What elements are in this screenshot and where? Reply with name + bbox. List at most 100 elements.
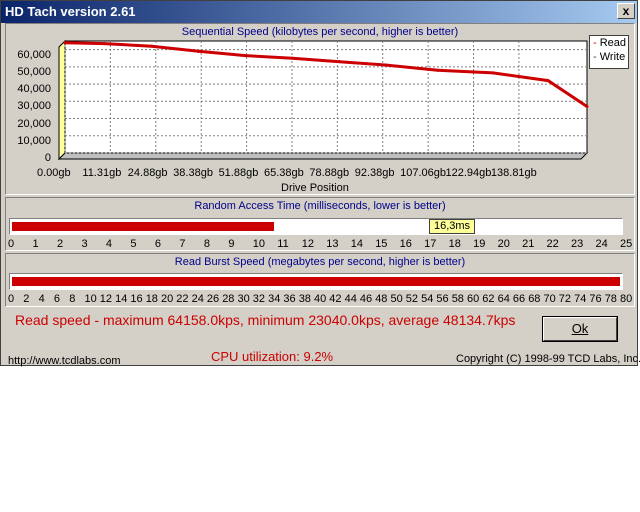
random-access-track <box>9 218 623 235</box>
burst-tick: 28 <box>222 293 235 305</box>
burst-tick: 64 <box>497 293 510 305</box>
x-tick-label: 65.38gb <box>263 167 304 179</box>
random-access-tick: 19 <box>473 238 486 250</box>
x-tick-label: 78.88gb <box>309 167 350 179</box>
random-access-tick: 21 <box>522 238 535 250</box>
burst-tick: 14 <box>115 293 128 305</box>
x-tick-label: 107.06gb <box>400 167 447 179</box>
random-access-tick: 22 <box>546 238 559 250</box>
read-data-point <box>585 104 589 108</box>
burst-tick: 30 <box>237 293 250 305</box>
random-access-tick: 0 <box>8 238 15 250</box>
random-access-bar <box>12 222 275 231</box>
random-access-tick: 24 <box>595 238 608 250</box>
random-access-tick: 9 <box>228 238 235 250</box>
burst-tick: 10 <box>84 293 97 305</box>
legend-read-label: Read <box>599 37 627 49</box>
read-data-point <box>150 44 154 48</box>
read-data-point <box>384 63 388 67</box>
burst-tick: 8 <box>69 293 76 305</box>
burst-tick: 42 <box>329 293 342 305</box>
random-access-tick: 4 <box>105 238 113 250</box>
y-tick-label: 0 <box>44 152 51 164</box>
burst-tick: 22 <box>176 293 189 305</box>
x-tick-label: 38.38gb <box>173 167 213 179</box>
random-access-tick: 16 <box>399 238 412 250</box>
burst-tick: 56 <box>436 293 449 305</box>
random-access-tick: 17 <box>424 238 437 250</box>
burst-tick: 4 <box>38 293 45 305</box>
y-tick-label: 20,000 <box>17 117 51 130</box>
random-access-title: Random Access Time (milliseconds, lower … <box>194 200 446 212</box>
random-access-tick: 11 <box>277 238 289 250</box>
read-speed-summary: Read speed - maximum 64158.0kps, minimum… <box>15 312 516 328</box>
burst-tick: 20 <box>161 293 174 305</box>
random-access-tick: 7 <box>179 238 186 250</box>
random-access-tick: 3 <box>81 238 88 250</box>
random-access-tick: 25 <box>620 238 633 250</box>
burst-tick: 44 <box>344 293 357 305</box>
burst-tick: 48 <box>375 293 388 305</box>
burst-tick: 60 <box>467 293 480 305</box>
burst-tick: 66 <box>512 293 526 305</box>
read-data-point <box>338 60 342 64</box>
random-access-tick: 5 <box>130 238 137 250</box>
random-access-tick: 13 <box>326 238 339 250</box>
chart-left-wall <box>58 39 66 161</box>
burst-tick: 72 <box>558 293 572 305</box>
x-tick-label: 24.88gb <box>127 167 168 179</box>
burst-tick: 18 <box>145 293 158 305</box>
burst-tick: 50 <box>390 293 403 305</box>
burst-tick: 46 <box>359 293 373 305</box>
x-tick-label: 11.31gb <box>82 167 122 179</box>
read-data-point <box>291 56 295 60</box>
burst-tick: 54 <box>421 293 434 305</box>
ok-button[interactable]: Ok <box>542 316 618 342</box>
burst-tick: 2 <box>23 293 30 305</box>
legend-read-swatch: - <box>593 37 597 49</box>
y-tick-label: 60,000 <box>17 48 51 61</box>
read-data-point <box>546 79 550 83</box>
legend-write-swatch: - <box>593 51 597 63</box>
burst-tick: 40 <box>314 293 327 305</box>
burst-tick: 68 <box>528 293 541 305</box>
random-access-tick: 8 <box>203 238 210 250</box>
legend-write: - Write <box>590 50 628 64</box>
random-access-tick: 2 <box>56 238 64 250</box>
random-access-tick: 18 <box>448 238 461 250</box>
burst-tick: 12 <box>99 293 113 305</box>
y-tick-label: 50,000 <box>17 65 51 78</box>
copyright: Copyright (C) 1998-99 TCD Labs, Inc. <box>456 353 640 365</box>
burst-tick: 38 <box>298 293 311 305</box>
legend-write-label: Write <box>599 51 626 63</box>
burst-tick: 24 <box>191 293 204 305</box>
burst-tick: 78 <box>604 293 617 305</box>
burst-tick: 80 <box>620 293 633 305</box>
y-tick-label: 10,000 <box>17 134 51 147</box>
burst-tick: 0 <box>8 293 15 305</box>
read-data-point <box>436 68 440 72</box>
burst-tick: 52 <box>405 293 419 305</box>
burst-tick: 58 <box>451 293 464 305</box>
website-link[interactable]: http://www.tcdlabs.com <box>8 355 121 367</box>
x-tick-label: 138.81gb <box>490 167 537 179</box>
random-access-tick: 15 <box>375 238 388 250</box>
burst-bar <box>12 277 620 286</box>
x-tick-label: 122.94gb <box>445 167 492 179</box>
random-access-tick: 12 <box>301 238 314 250</box>
random-access-tick: 1 <box>32 238 39 250</box>
chart-floor <box>57 152 589 160</box>
cpu-utilization: CPU utilization: 9.2% <box>211 349 334 364</box>
burst-tick: 70 <box>543 293 556 305</box>
random-access-tick: 14 <box>350 238 363 250</box>
read-data-point <box>63 41 67 45</box>
burst-tick: 26 <box>206 293 220 305</box>
chart-legend: - Read - Write <box>589 35 629 69</box>
burst-tick: 74 <box>574 293 587 305</box>
burst-title: Read Burst Speed (megabytes per second, … <box>174 256 466 268</box>
hd-tach-window: HD Tach version 2.61 x Sequential Speed … <box>0 0 640 367</box>
random-access-tick: 10 <box>252 238 266 250</box>
y-tick-label: 40,000 <box>17 83 51 96</box>
burst-track <box>9 273 623 290</box>
random-access-value: 16,3ms <box>429 219 475 234</box>
